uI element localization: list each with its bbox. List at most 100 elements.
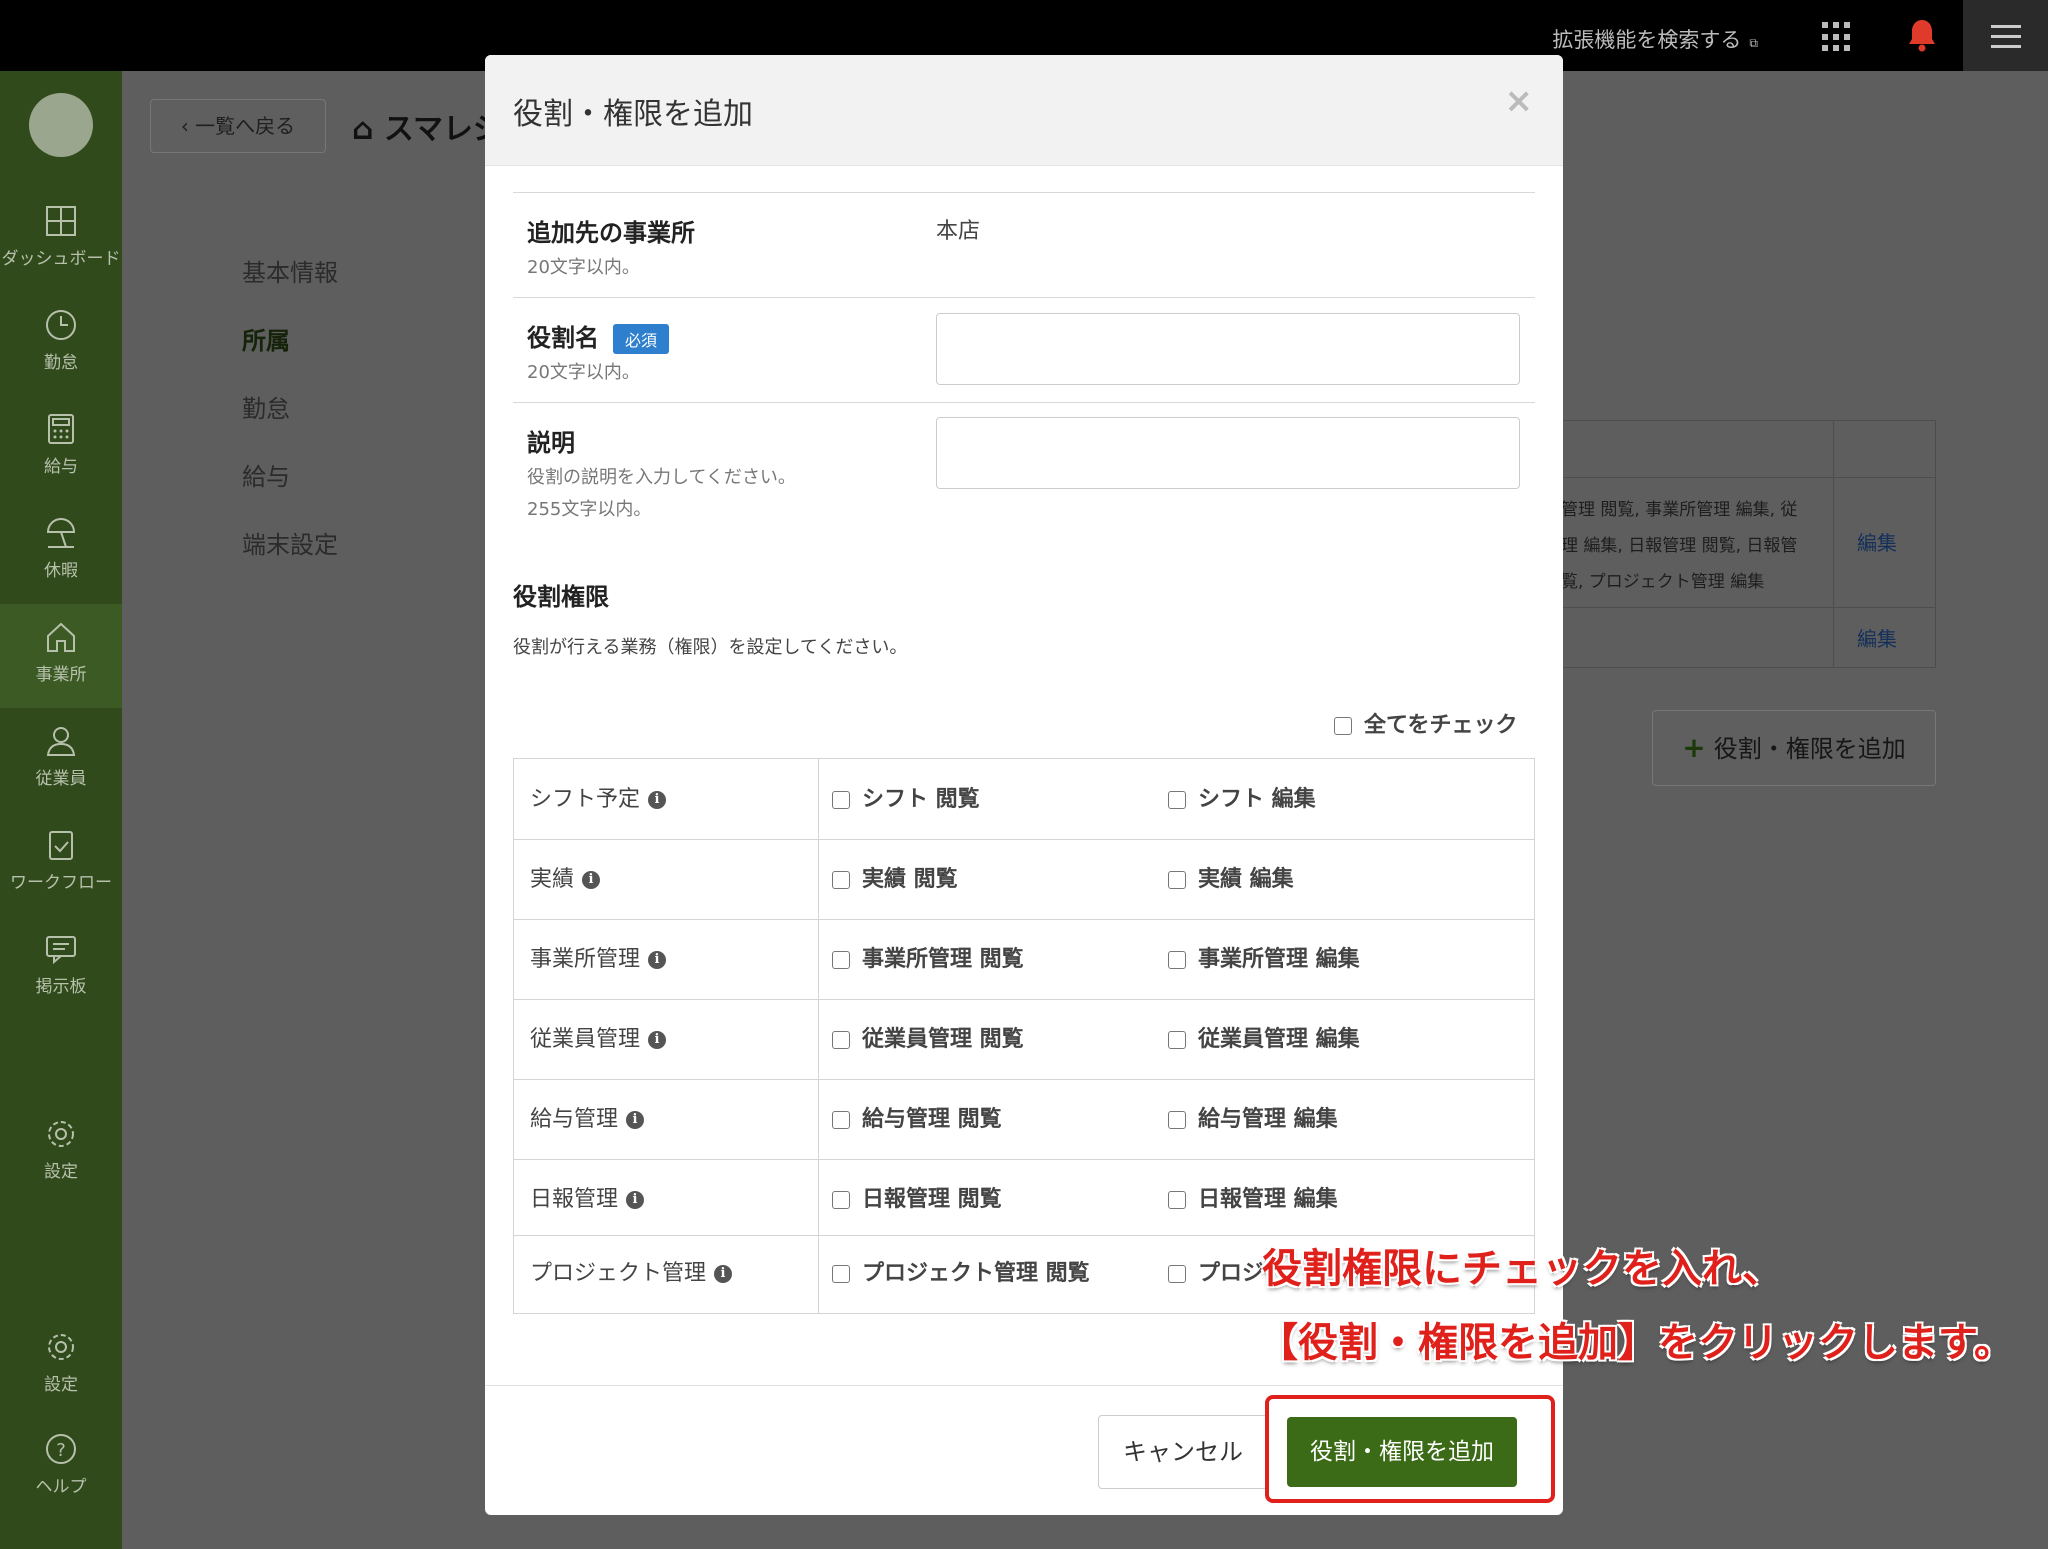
external-link-icon: ⧉: [1749, 36, 1758, 50]
checkbox[interactable]: [1334, 717, 1352, 735]
results-edit-checkbox[interactable]: 実績 編集: [1168, 861, 1294, 893]
office-value: 本店: [936, 219, 981, 244]
subnav-basic-info[interactable]: 基本情報: [242, 253, 338, 288]
daily-report-view-checkbox[interactable]: 日報管理 閲覧: [832, 1181, 1002, 1213]
checkbox-label: 日報管理 閲覧: [862, 1187, 1002, 1212]
permission-name-text: シフト予定: [530, 787, 641, 812]
sidebar-item-attendance[interactable]: 勤怠: [0, 292, 122, 396]
home-icon: [47, 622, 75, 652]
checkbox[interactable]: [832, 1111, 850, 1129]
modal-title: 役割・権限を追加: [513, 97, 753, 132]
project-edit-checkbox[interactable]: プロジ: [1168, 1255, 1264, 1287]
annotation-text-1: 役割権限にチェックを入れ、: [1262, 1246, 1783, 1292]
payroll-mgmt-edit-checkbox[interactable]: 給与管理 編集: [1168, 1101, 1338, 1133]
role-name-input[interactable]: [936, 313, 1520, 385]
checkbox[interactable]: [1168, 1191, 1186, 1209]
subnav-affiliation[interactable]: 所属: [242, 321, 290, 356]
subnav-attendance[interactable]: 勤怠: [242, 389, 290, 424]
office-mgmt-edit-checkbox[interactable]: 事業所管理 編集: [1168, 941, 1360, 973]
sidebar-item-label: 設定: [44, 1162, 78, 1182]
cancel-button[interactable]: キャンセル: [1098, 1415, 1268, 1489]
extension-search-link[interactable]: 拡張機能を検索する ⧉: [1552, 24, 1758, 54]
sidebar-item-help[interactable]: ? ヘルプ: [0, 1416, 122, 1520]
shift-edit-checkbox[interactable]: シフト 編集: [1168, 781, 1316, 813]
check-all-checkbox[interactable]: 全てをチェック: [1334, 707, 1518, 739]
info-icon[interactable]: i: [648, 951, 667, 969]
daily-report-edit-checkbox[interactable]: 日報管理 編集: [1168, 1181, 1338, 1213]
office-label: 追加先の事業所: [527, 219, 695, 247]
checkbox[interactable]: [832, 1031, 850, 1049]
table-row: 給与管理 i 給与管理 閲覧 給与管理 編集: [514, 1079, 1534, 1160]
description-limit-hint: 255文字以内。: [527, 499, 652, 520]
checkbox[interactable]: [1168, 1111, 1186, 1129]
checkbox-label: 日報管理 編集: [1198, 1187, 1338, 1212]
sidebar-item-office[interactable]: 事業所: [0, 604, 122, 708]
sidebar-item-payroll[interactable]: 給与: [0, 396, 122, 500]
subnav-device-settings[interactable]: 端末設定: [242, 525, 338, 560]
close-icon[interactable]: ×: [1505, 81, 1534, 121]
project-view-checkbox[interactable]: プロジェクト管理 閲覧: [832, 1255, 1090, 1287]
payroll-mgmt-view-checkbox[interactable]: 給与管理 閲覧: [832, 1101, 1002, 1133]
permissions-table: シフト予定 i シフト 閲覧 シフト 編集 実績 i 実績 閲覧 実績 編集 事業所…: [513, 758, 1535, 1314]
back-button[interactable]: ‹ 一覧へ戻る: [150, 99, 326, 153]
sidebar-item-label: 休暇: [44, 561, 78, 581]
checkbox[interactable]: [832, 871, 850, 889]
sidebar-item-vacation[interactable]: 休暇: [0, 500, 122, 604]
apps-grid-icon[interactable]: [1822, 22, 1852, 52]
sidebar-item-bulletin[interactable]: 掲示板: [0, 916, 122, 1020]
gear-icon: [48, 1121, 74, 1147]
sidebar-item-settings[interactable]: 設定: [0, 1101, 122, 1205]
role-name-label-text: 役割名: [527, 324, 599, 352]
chevron-left-icon: ‹: [180, 114, 196, 138]
menu-button[interactable]: [1963, 0, 2048, 71]
subnav-payroll[interactable]: 給与: [242, 457, 290, 492]
checkbox-label: シフト 編集: [1198, 787, 1316, 812]
sidebar-item-settings-2[interactable]: 設定: [0, 1314, 122, 1418]
employee-mgmt-edit-checkbox[interactable]: 従業員管理 編集: [1168, 1021, 1360, 1053]
sidebar-item-dashboard[interactable]: ダッシュボード: [0, 188, 122, 292]
table-cell: 理 編集, 日報管理 閲覧, 日報管: [1561, 536, 1798, 556]
message-icon: [46, 936, 76, 965]
sidebar-item-employees[interactable]: 従業員: [0, 708, 122, 812]
sidebar-item-workflow[interactable]: ワークフロー: [0, 812, 122, 916]
checkbox[interactable]: [832, 1191, 850, 1209]
table-row: シフト予定 i シフト 閲覧 シフト 編集: [514, 759, 1534, 840]
checkbox[interactable]: [1168, 871, 1186, 889]
extension-search-label: 拡張機能を検索する: [1552, 28, 1742, 52]
role-name-hint: 20文字以内。: [527, 362, 640, 383]
permission-name: プロジェクト管理 i: [530, 1255, 733, 1287]
bell-icon[interactable]: [1906, 18, 1938, 52]
shift-view-checkbox[interactable]: シフト 閲覧: [832, 781, 980, 813]
info-icon[interactable]: i: [714, 1265, 733, 1283]
clipboard-check-icon: [49, 831, 73, 860]
info-icon[interactable]: i: [626, 1191, 645, 1209]
permission-name: 給与管理 i: [530, 1101, 645, 1133]
table-row: 従業員管理 i 従業員管理 閲覧 従業員管理 編集: [514, 999, 1534, 1080]
svg-text:?: ?: [56, 1440, 66, 1461]
checkbox[interactable]: [1168, 1031, 1186, 1049]
checkbox[interactable]: [1168, 1265, 1186, 1283]
avatar[interactable]: [29, 93, 93, 157]
edit-link[interactable]: 編集: [1857, 623, 1897, 652]
checkbox[interactable]: [832, 951, 850, 969]
add-role-modal: 役割・権限を追加 × 追加先の事業所 20文字以内。 本店 役割名 必須 20文字…: [485, 55, 1563, 1515]
employee-mgmt-view-checkbox[interactable]: 従業員管理 閲覧: [832, 1021, 1024, 1053]
add-role-button-bg[interactable]: + 役割・権限を追加: [1652, 710, 1936, 786]
checkbox[interactable]: [832, 791, 850, 809]
info-icon[interactable]: i: [648, 791, 667, 809]
office-mgmt-view-checkbox[interactable]: 事業所管理 閲覧: [832, 941, 1024, 973]
permission-name: 実績 i: [530, 861, 601, 893]
sidebar-item-label: 給与: [44, 457, 78, 477]
results-view-checkbox[interactable]: 実績 閲覧: [832, 861, 958, 893]
edit-link[interactable]: 編集: [1857, 527, 1897, 556]
checkbox[interactable]: [832, 1265, 850, 1283]
description-input[interactable]: [936, 417, 1520, 489]
info-icon[interactable]: i: [648, 1031, 667, 1049]
info-icon[interactable]: i: [582, 871, 601, 889]
checkbox[interactable]: [1168, 951, 1186, 969]
sidebar-item-label: 従業員: [35, 769, 87, 789]
checkbox-label: 給与管理 閲覧: [862, 1107, 1002, 1132]
info-icon[interactable]: i: [626, 1111, 645, 1129]
checkbox[interactable]: [1168, 791, 1186, 809]
permission-name: シフト予定 i: [530, 781, 667, 813]
